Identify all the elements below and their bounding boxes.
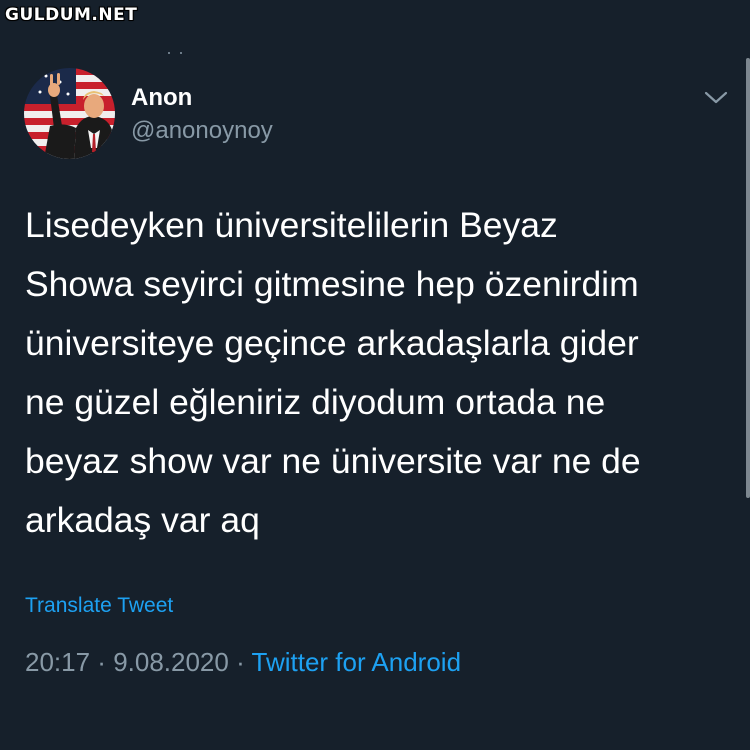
avatar-image xyxy=(24,68,115,159)
chevron-down-icon xyxy=(704,91,728,104)
tweet-date: 9.08.2020 xyxy=(113,647,229,677)
tweet-meta: 20:17 · 9.08.2020 · Twitter for Android xyxy=(25,647,461,678)
scrollbar[interactable] xyxy=(746,58,750,498)
tweet-time: 20:17 xyxy=(25,647,91,677)
truncated-top-content xyxy=(168,48,208,56)
meta-separator: · xyxy=(228,647,252,677)
translate-tweet-link[interactable]: Translate Tweet xyxy=(25,594,173,618)
watermark: GULDUM.NET xyxy=(5,5,138,25)
tweet-menu-button[interactable] xyxy=(702,86,730,108)
meta-separator: · xyxy=(90,647,114,677)
avatar[interactable] xyxy=(24,68,115,159)
tweet-source-link[interactable]: Twitter for Android xyxy=(252,647,462,677)
author-name[interactable]: Anon xyxy=(131,84,192,112)
author-handle[interactable]: @anonoynoy xyxy=(131,117,273,145)
tweet-text: Lisedeyken üniversitelilerin Beyaz Showa… xyxy=(25,205,641,540)
